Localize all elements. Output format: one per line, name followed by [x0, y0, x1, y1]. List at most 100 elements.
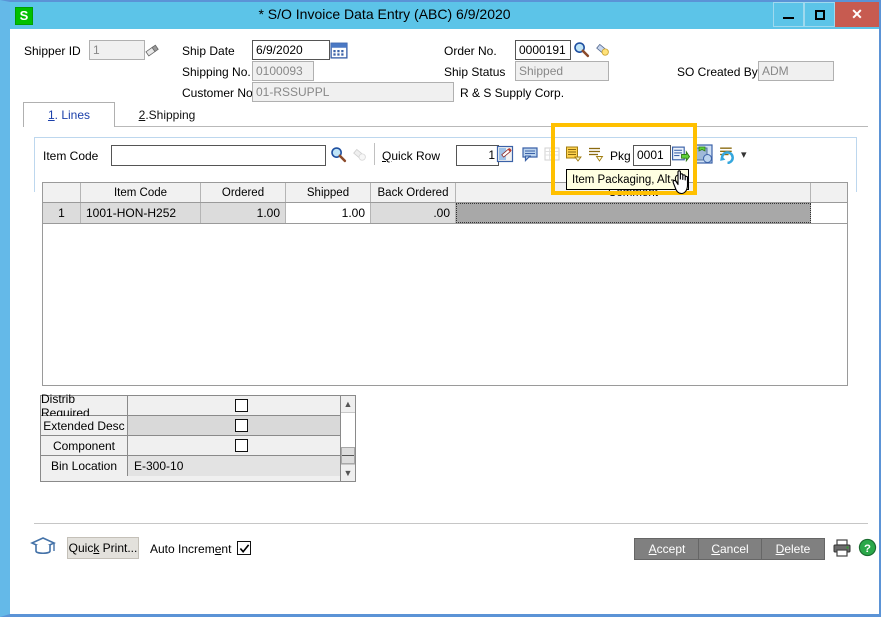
detail-value-distrib-required: [128, 396, 355, 415]
grid-header-shipped[interactable]: Shipped: [286, 183, 371, 202]
application-window: S * S/O Invoice Data Entry (ABC) 6/9/202…: [0, 0, 881, 617]
shipping-no-label: Shipping No.: [182, 65, 251, 79]
cancel-label: ancel: [719, 542, 749, 556]
detail-row-extended-desc[interactable]: Extended Desc: [41, 416, 355, 436]
item-code-search-icon[interactable]: [330, 146, 347, 163]
grid-header-extra: [811, 183, 847, 202]
delete-label: elete: [784, 542, 811, 556]
shipping-no-input[interactable]: 0100093: [252, 61, 314, 81]
tab-strip: 1. Lines 2.Shipping: [23, 102, 868, 127]
help-icon[interactable]: ?: [858, 538, 877, 557]
cell-item-code[interactable]: 1001-HON-H252: [81, 203, 201, 223]
scroll-down-icon[interactable]: ▼: [341, 464, 355, 481]
customer-no-label: Customer No.: [182, 86, 257, 100]
comment-icon[interactable]: [521, 145, 539, 163]
item-packaging-icon[interactable]: [693, 144, 713, 164]
detail-row-bin-location[interactable]: Bin Location E-300-10: [41, 456, 355, 476]
detail-value-component: [128, 436, 355, 455]
close-icon[interactable]: ✕: [835, 2, 879, 27]
checkmark-icon: [239, 543, 249, 553]
lines-toolbar: Item Code QQuick Rowuick Row 1: [34, 140, 854, 174]
shipper-id-label: Shipper ID: [24, 44, 81, 58]
search-icon[interactable]: [573, 41, 590, 58]
quick-row-input[interactable]: 1: [456, 145, 499, 166]
lines-insert-icon[interactable]: [565, 145, 583, 163]
detail-label-distrib-required: Distrib Required: [41, 392, 128, 420]
item-code-input[interactable]: [111, 145, 326, 166]
cancel-accesskey: C: [711, 542, 720, 556]
footer-divider: [34, 523, 868, 524]
add-package-icon[interactable]: [671, 145, 690, 164]
memo-edit-icon[interactable]: [496, 145, 514, 163]
quick-print-label-pre: Quic: [68, 541, 94, 555]
scroll-thumb[interactable]: [341, 447, 355, 464]
tab-lines-label: . Lines: [54, 108, 91, 122]
row-number: 1: [43, 203, 81, 223]
shipper-id-input[interactable]: 1: [89, 40, 145, 60]
graduation-cap-icon[interactable]: [30, 535, 56, 559]
scroll-up-icon[interactable]: ▲: [341, 396, 355, 413]
minimize-button[interactable]: [773, 2, 804, 27]
maximize-button[interactable]: [804, 2, 835, 27]
so-created-by-input[interactable]: ADM: [758, 61, 834, 81]
detail-label-component: Component: [41, 436, 128, 455]
distrib-required-checkbox[interactable]: [235, 399, 248, 412]
customer-no-input[interactable]: 01-RSSUPPL: [252, 82, 454, 102]
grid-header-row: Item Code Ordered Shipped Back Ordered C…: [43, 183, 847, 203]
auto-increment-checkbox[interactable]: [237, 541, 251, 555]
tab-lines-key: 1: [47, 108, 55, 122]
cell-ordered[interactable]: 1.00: [201, 203, 286, 223]
quick-print-button[interactable]: Quick Print...: [67, 537, 139, 559]
delete-accesskey: D: [775, 542, 785, 556]
pkg-label: Pkg: [610, 149, 631, 163]
svg-text:?: ?: [864, 543, 871, 555]
accept-accesskey: A: [648, 542, 657, 556]
lines-grid: Item Code Ordered Shipped Back Ordered C…: [42, 182, 848, 386]
detail-value-bin-location[interactable]: E-300-10: [128, 456, 355, 476]
grid-header-back-ordered[interactable]: Back Ordered: [371, 183, 456, 202]
tab-lines[interactable]: 1. Lines: [23, 102, 115, 127]
order-no-label: Order No.: [444, 44, 497, 58]
ship-date-input[interactable]: 6/9/2020: [252, 40, 330, 60]
detail-scrollbar[interactable]: ▲ ▼: [340, 395, 356, 482]
delete-button[interactable]: Delete: [761, 538, 825, 560]
cell-shipped[interactable]: 1.00: [286, 203, 371, 223]
print-icon[interactable]: [832, 538, 852, 558]
tab-shipping-label: .Shipping: [145, 107, 196, 122]
chevron-down-icon[interactable]: ▾: [741, 148, 747, 161]
cell-extra: [811, 203, 847, 223]
extended-desc-checkbox[interactable]: [235, 419, 248, 432]
so-created-by-label: SO Created By: [677, 65, 758, 79]
cell-back-ordered[interactable]: .00: [371, 203, 456, 223]
ship-status-input[interactable]: Shipped: [515, 61, 609, 81]
lines-detail-icon[interactable]: [587, 145, 605, 163]
table-row[interactable]: 1 1001-HON-H252 1.00 1.00 .00: [43, 203, 847, 224]
grid-header-ordered[interactable]: Ordered: [201, 183, 286, 202]
flashlight-icon[interactable]: [594, 41, 611, 58]
detail-row-component[interactable]: Component: [41, 436, 355, 456]
eraser-icon[interactable]: [144, 42, 160, 58]
window-controls: ✕: [773, 2, 879, 29]
item-code-flashlight-icon: [353, 148, 366, 161]
toolbar-separator-1: [374, 143, 375, 165]
component-checkbox[interactable]: [235, 439, 248, 452]
accept-button[interactable]: Accept: [634, 538, 700, 560]
grid-header-item-code[interactable]: Item Code: [81, 183, 201, 202]
app-logo-icon: S: [15, 6, 33, 25]
order-no-input[interactable]: 0000191: [515, 40, 571, 60]
detail-label-extended-desc: Extended Desc: [41, 416, 128, 435]
cancel-button[interactable]: Cancel: [698, 538, 762, 560]
ship-date-label: Ship Date: [182, 44, 235, 58]
pkg-input[interactable]: 0001: [633, 145, 671, 166]
cell-comment[interactable]: [456, 203, 811, 223]
accept-label: ccept: [656, 542, 686, 556]
detail-row-distrib-required[interactable]: Distrib Required: [41, 392, 355, 420]
grid-header-rownum: [43, 183, 81, 202]
tab-shipping[interactable]: 2.Shipping: [119, 102, 215, 127]
tab-active-gap: [23, 127, 868, 128]
customer-name-text: R & S Supply Corp.: [460, 86, 565, 100]
refresh-lines-icon[interactable]: [718, 145, 737, 164]
scroll-track-upper[interactable]: [341, 413, 355, 447]
calendar-icon[interactable]: [330, 41, 348, 59]
quick-row-label: QQuick Rowuick Row: [382, 149, 441, 163]
